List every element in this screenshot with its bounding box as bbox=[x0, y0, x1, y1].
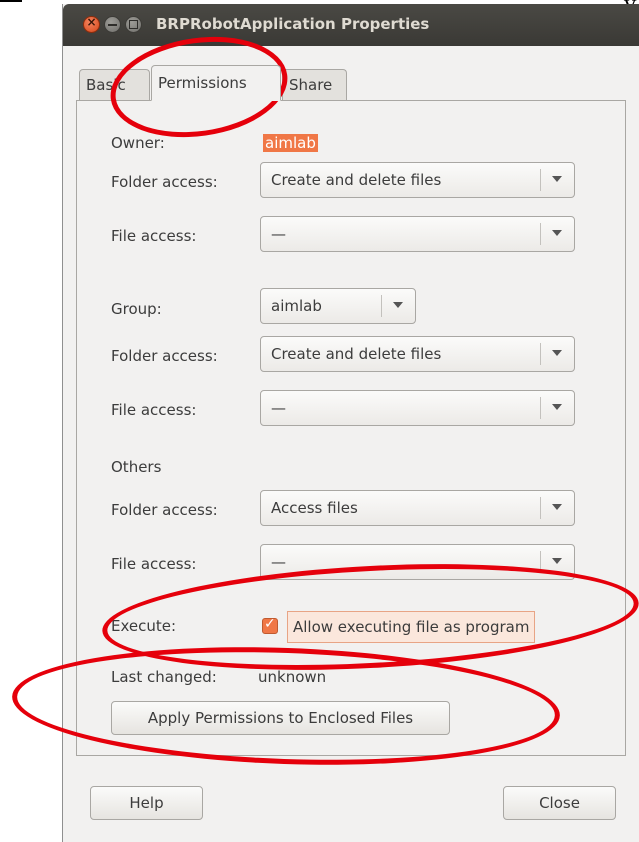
properties-dialog: × BRPRobotApplication Properties Basic P… bbox=[62, 4, 639, 842]
apply-permissions-button[interactable]: Apply Permissions to Enclosed Files bbox=[111, 701, 450, 735]
group-folder-access-value: Create and delete files bbox=[271, 345, 442, 363]
close-button[interactable]: Close bbox=[503, 786, 616, 820]
chevron-down-icon bbox=[552, 230, 562, 236]
combo-separator bbox=[540, 343, 541, 365]
owner-value: aimlab bbox=[263, 134, 318, 152]
chevron-down-icon bbox=[552, 350, 562, 356]
checkmark-icon: ✓ bbox=[264, 616, 276, 632]
group-value: aimlab bbox=[271, 297, 322, 315]
others-file-access-label: File access: bbox=[111, 555, 197, 573]
chevron-down-icon bbox=[552, 176, 562, 182]
tab-basic[interactable]: Basic bbox=[79, 69, 150, 101]
owner-folder-access-label: Folder access: bbox=[111, 173, 218, 191]
execute-checkbox[interactable]: ✓ bbox=[262, 616, 278, 634]
chevron-down-icon bbox=[552, 504, 562, 510]
others-file-access-select[interactable]: — bbox=[260, 544, 575, 580]
group-folder-access-select[interactable]: Create and delete files bbox=[260, 336, 575, 372]
title-bar[interactable]: × BRPRobotApplication Properties bbox=[63, 4, 639, 46]
others-folder-access-label: Folder access: bbox=[111, 501, 218, 519]
combo-separator bbox=[540, 223, 541, 245]
owner-file-access-select[interactable]: — bbox=[260, 216, 575, 252]
group-file-access-select[interactable]: — bbox=[260, 390, 575, 426]
window-title: BRPRobotApplication Properties bbox=[156, 15, 430, 33]
combo-separator bbox=[540, 497, 541, 519]
window-close-icon[interactable]: × bbox=[83, 15, 100, 33]
chevron-down-icon bbox=[552, 404, 562, 410]
group-folder-access-label: Folder access: bbox=[111, 347, 218, 365]
tab-permissions[interactable]: Permissions bbox=[151, 65, 281, 101]
group-file-access-label: File access: bbox=[111, 401, 197, 419]
execute-checkbox-label[interactable]: Allow executing file as program bbox=[287, 611, 536, 643]
last-changed-value: unknown bbox=[258, 668, 327, 686]
owner-label: Owner: bbox=[111, 134, 165, 152]
owner-file-access-label: File access: bbox=[111, 227, 197, 245]
window-minimize-icon[interactable] bbox=[104, 16, 121, 33]
owner-folder-access-value: Create and delete files bbox=[271, 171, 442, 189]
group-file-access-value: — bbox=[271, 399, 286, 417]
last-changed-label: Last changed: bbox=[111, 668, 217, 686]
permissions-panel bbox=[76, 100, 626, 756]
combo-separator bbox=[381, 295, 382, 317]
combo-separator bbox=[540, 551, 541, 573]
combo-separator bbox=[540, 397, 541, 419]
window-maximize-icon[interactable] bbox=[125, 16, 142, 33]
tab-share[interactable]: Share bbox=[282, 69, 347, 101]
chevron-down-icon bbox=[552, 558, 562, 564]
owner-folder-access-select[interactable]: Create and delete files bbox=[260, 162, 575, 198]
owner-file-access-value: — bbox=[271, 225, 286, 243]
group-label: Group: bbox=[111, 300, 162, 318]
page-edge-line bbox=[0, 0, 22, 2]
others-file-access-value: — bbox=[271, 553, 286, 571]
help-button[interactable]: Help bbox=[90, 786, 203, 820]
execute-label: Execute: bbox=[111, 617, 177, 635]
others-label: Others bbox=[111, 458, 162, 476]
others-folder-access-value: Access files bbox=[271, 499, 358, 517]
combo-separator bbox=[540, 169, 541, 191]
group-select[interactable]: aimlab bbox=[260, 288, 416, 324]
chevron-down-icon bbox=[393, 302, 403, 308]
others-folder-access-select[interactable]: Access files bbox=[260, 490, 575, 526]
